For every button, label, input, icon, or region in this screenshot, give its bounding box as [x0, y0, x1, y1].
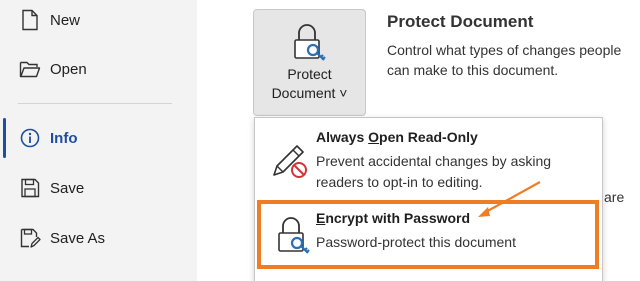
nav-item-info[interactable]: Info [0, 118, 197, 158]
menu-item-title: Always Open Read-Only [316, 129, 478, 145]
nav-item-label: Info [50, 129, 78, 147]
nav-item-label: Save [50, 179, 85, 197]
save-as-icon [18, 226, 42, 250]
menu-item-always-open-read-only[interactable]: Always Open Read-Only Prevent accidental… [255, 118, 602, 200]
menu-item-title: Encrypt with Password [316, 210, 471, 226]
open-folder-icon [18, 57, 42, 81]
protect-button-label-1: Protect [287, 66, 332, 82]
protect-document-button[interactable]: Protect Document ˅ [253, 9, 366, 116]
nav-item-open[interactable]: Open [0, 49, 197, 89]
lock-key-icon [275, 216, 311, 261]
nav-item-save[interactable]: Save [0, 168, 197, 208]
backstage-nav: New Open Info Save Save As [0, 0, 197, 281]
menu-item-description: Prevent accidental changes by asking rea… [316, 153, 552, 190]
nav-item-label: Save As [50, 229, 106, 247]
menu-item-encrypt-with-password[interactable]: Encrypt with Password Password-protect t… [255, 202, 602, 270]
section-title: Protect Document [387, 12, 534, 31]
nav-divider [18, 103, 172, 104]
new-document-icon [18, 8, 42, 32]
nav-item-save-as[interactable]: Save As [0, 218, 197, 258]
protect-button-label-2: Document ˅ [271, 85, 348, 101]
info-icon [18, 126, 42, 150]
pencil-no-edit-icon [270, 140, 310, 185]
partially-hidden-text: are [604, 189, 625, 205]
save-icon [18, 176, 42, 200]
nav-item-label: Open [50, 60, 87, 78]
nav-item-label: New [50, 11, 81, 29]
nav-item-new[interactable]: New [0, 0, 197, 40]
protect-document-menu: Always Open Read-Only Prevent accidental… [254, 117, 603, 281]
menu-item-description: Password-protect this document [316, 234, 516, 250]
section-description: Control what types of changes people can… [387, 42, 622, 78]
lock-key-icon [291, 23, 327, 63]
